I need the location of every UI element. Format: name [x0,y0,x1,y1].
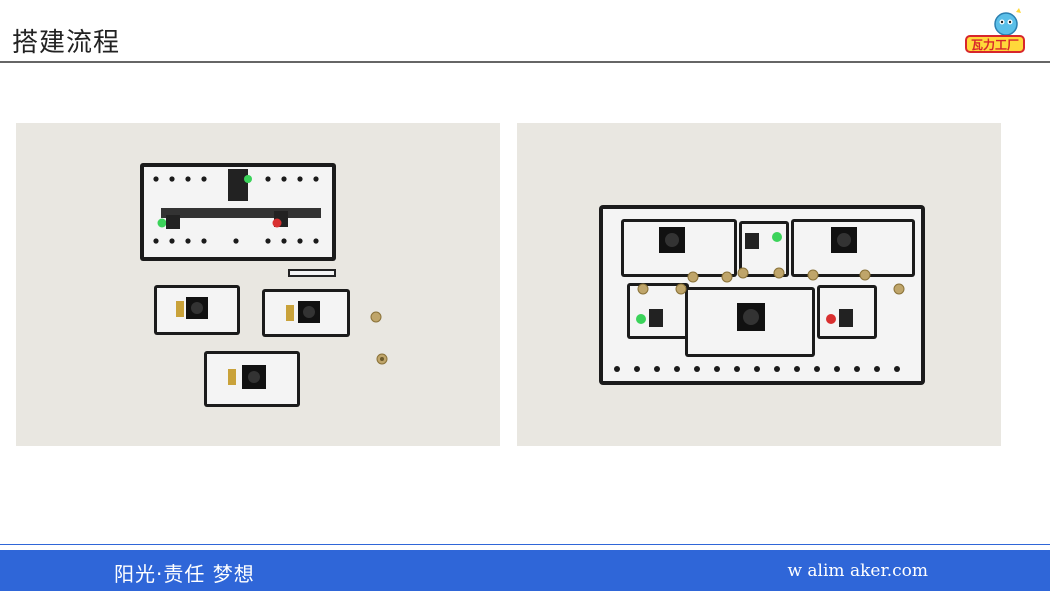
footer-bar: 阳光·责任 梦想 w alim aker.com [0,550,1050,591]
photo-left [16,123,500,446]
brand-logo: 瓦力工厂 [962,6,1028,58]
title-divider [0,61,1050,63]
assembled-circuit-photo [517,123,1001,446]
logo-text: 瓦力工厂 [971,37,1019,52]
footer-divider [0,544,1050,545]
page-title: 搭建流程 [12,28,121,58]
footer-website: w alim aker.com [787,561,928,581]
circuit-modules-photo [16,123,500,446]
footer-slogan: 阳光·责任 梦想 [114,562,255,586]
photo-right [517,123,1001,446]
